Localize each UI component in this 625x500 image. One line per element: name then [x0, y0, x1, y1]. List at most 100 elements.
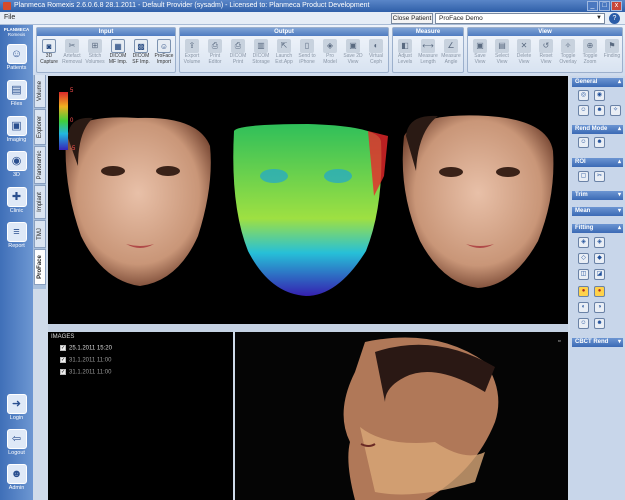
finding-button[interactable]: ⚑ Finding [601, 39, 623, 60]
checkbox[interactable]: ✓ [60, 357, 66, 363]
logout-icon: ⇦ [6, 429, 27, 449]
general-tool-icon[interactable]: ✧ [610, 105, 621, 116]
export-volume-button[interactable]: ⇪ Export Volume [181, 39, 203, 65]
fitting-tool-icon[interactable]: ◑ [594, 302, 605, 313]
view-tabs: Volume Explorer Panoramic Implant TMJ Pr… [33, 74, 46, 289]
toggle-zoom-button[interactable]: ⊕ Toggle Zoom [579, 39, 601, 65]
section-trim[interactable]: Trim ▾ [572, 191, 623, 200]
tab-explorer[interactable]: Explorer [34, 109, 46, 145]
toggle-overlay-button[interactable]: ✧ Toggle Overlay [557, 39, 579, 65]
dicom-storage-button[interactable]: ▥ DICOM Storage [250, 39, 272, 65]
sidebar-item-clinic[interactable]: ✚ Clinic [3, 187, 30, 221]
general-tool-icon[interactable]: ◉ [594, 90, 605, 101]
section-cbct-rend[interactable]: CBCT Rend ▾ [572, 338, 623, 347]
heatmap-face [233, 124, 388, 296]
artefact-removal-button[interactable]: ✂ Artefact Removal [61, 39, 83, 65]
measure-angle-button[interactable]: ∠ Measure Angle [440, 39, 462, 65]
sidebar-item-logout[interactable]: ⇦ Logout [3, 429, 30, 463]
colorbar [59, 92, 68, 150]
checkbox[interactable]: ✓ [60, 345, 66, 351]
stitch-volumes-button[interactable]: ⊞ Stitch Volumes [84, 39, 106, 65]
close-patient-button[interactable]: Close Patient [391, 13, 433, 24]
image-row[interactable]: ✓ 31.1.2011 11:00 [60, 369, 111, 376]
section-mean[interactable]: Mean ▾ [572, 207, 623, 216]
3d-capture-button[interactable]: ◙ 3D Capture [38, 39, 60, 65]
patient-select[interactable]: ProFace Demo ▼ [435, 13, 605, 24]
print-editor-button[interactable]: ⎙ Print Editor [204, 39, 226, 65]
print-icon: ⎙ [208, 39, 222, 53]
3d-viewport[interactable] [48, 76, 568, 324]
section-roi[interactable]: ROI ▴ [572, 158, 623, 167]
general-tool-icon[interactable]: ☺ [578, 105, 589, 116]
fitting-tool-icon[interactable]: ◆ [594, 253, 605, 264]
sidebar-item-3d[interactable]: ◉ 3D [3, 151, 30, 185]
virtual-ceph-button[interactable]: ◐ Virtual Ceph [365, 39, 387, 65]
image-row[interactable]: ✓ 31.1.2011 11:00 [60, 357, 111, 364]
sidebar-item-patients[interactable]: ☺ Patients [3, 44, 30, 78]
sidebar-item-imaging[interactable]: ▣ Imaging [3, 116, 30, 150]
reset-view-button[interactable]: ↺ Reset View [535, 39, 557, 65]
roi-tool-icon[interactable]: ▢ [578, 171, 589, 182]
send-to-iphone-button[interactable]: ▯ Send to iPhone [296, 39, 318, 65]
dicom-sf-icon: ▩ [134, 39, 148, 53]
section-rend-mode[interactable]: Rend Mode ▴ [572, 125, 623, 134]
dicom-print-button[interactable]: ⎙ DICOM Print [227, 39, 249, 65]
section-fitting[interactable]: Fitting ▴ [572, 224, 623, 233]
proface-import-button[interactable]: ☺ ProFace Import [153, 39, 175, 65]
planmeca-logo: PLANMECA Romexis [3, 27, 30, 37]
fitting-tool-icon[interactable]: ◇ [578, 253, 589, 264]
general-tool-icon[interactable]: ☻ [594, 105, 605, 116]
viewer-options-icon[interactable]: ▫ [558, 338, 560, 345]
save-2d-view-button[interactable]: ▣ Save 2D View [342, 39, 364, 65]
select-view-icon: ▤ [495, 39, 509, 53]
fitting-tool-icon[interactable]: ◐ [578, 302, 589, 313]
section-general[interactable]: General ▴ [572, 78, 623, 87]
launch-ext-app-button[interactable]: ⇱ Launch Ext.App [273, 39, 295, 65]
camera-icon: ◙ [42, 39, 56, 53]
select-view-button[interactable]: ▤ Select View [491, 39, 513, 65]
fitting-tool-icon[interactable]: ◫ [578, 269, 589, 280]
save-view-button[interactable]: ▣ Save View [469, 39, 491, 65]
dicom-sf-import-button[interactable]: ▩ DICOM SF Imp. [130, 39, 152, 65]
colorbar-min-label: -5 [70, 146, 76, 152]
tab-panoramic[interactable]: Panoramic [34, 146, 46, 184]
image-row[interactable]: ✓ 25.1.2011 15:20 [60, 345, 112, 352]
fitting-tool-icon[interactable]: ◈ [578, 237, 589, 248]
rend-mode-icon[interactable]: ☺ [578, 137, 589, 148]
storage-icon: ▥ [254, 39, 268, 53]
module-sidebar: PLANMECA Romexis ☺ Patients ▤ Files ▣ Imagin… [0, 25, 33, 500]
measure-length-button[interactable]: ⟷ Measure Length [417, 39, 439, 65]
dicom-mf-import-button[interactable]: ▦ DICOM MF Imp. [107, 39, 129, 65]
minimize-button[interactable]: _ [587, 1, 598, 11]
rend-mode-icon[interactable]: ☻ [594, 137, 605, 148]
reset-icon: ↺ [539, 39, 553, 53]
sidebar-item-report[interactable]: ≡ Report [3, 222, 30, 256]
panel-splitter[interactable] [48, 324, 568, 332]
help-icon[interactable]: ? [609, 13, 620, 24]
tab-tmj[interactable]: TMJ [34, 220, 46, 248]
fitting-tool-icon[interactable]: ◈ [594, 237, 605, 248]
fitting-tool-icon[interactable]: ☺ [578, 318, 589, 329]
profile-face-render [343, 337, 499, 500]
sidebar-item-admin[interactable]: ☻ Admin [3, 464, 30, 498]
tab-volume[interactable]: Volume [34, 74, 46, 108]
face-render [65, 115, 554, 296]
adjust-levels-button[interactable]: ◧ Adjust Levels [394, 39, 416, 65]
general-tool-icon[interactable]: ◎ [578, 90, 589, 101]
close-window-button[interactable]: x [611, 1, 622, 11]
maximize-button[interactable]: □ [599, 1, 610, 11]
fitting-tool-icon[interactable]: ☻ [594, 318, 605, 329]
sidebar-item-login[interactable]: ➜ Login [3, 394, 30, 428]
menu-file[interactable]: File [4, 14, 15, 21]
tab-proface[interactable]: ProFace [34, 249, 46, 285]
checkbox[interactable]: ✓ [60, 369, 66, 375]
pro-model-button[interactable]: ◈ Pro Model [319, 39, 341, 65]
fitting-tool-icon[interactable]: ● [578, 286, 589, 297]
tab-implant[interactable]: Implant [34, 185, 46, 219]
roi-tool-icon[interactable]: ✂ [594, 171, 605, 182]
fitting-tool-icon[interactable]: ◪ [594, 269, 605, 280]
sidebar-item-files[interactable]: ▤ Files [3, 80, 30, 114]
delete-view-button[interactable]: ✕ Delete View [513, 39, 535, 65]
fitting-tool-icon[interactable]: ● [594, 286, 605, 297]
ruler-icon: ⟷ [421, 39, 435, 53]
